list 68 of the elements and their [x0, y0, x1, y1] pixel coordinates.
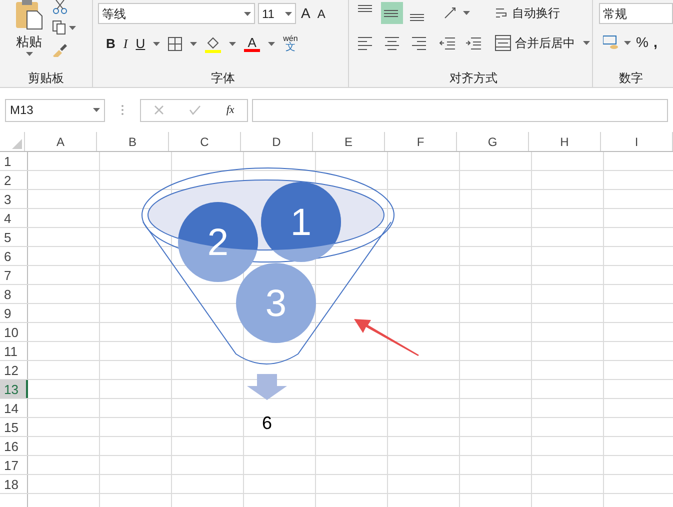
column-header[interactable]: C: [169, 132, 241, 151]
bold-button[interactable]: B: [106, 34, 116, 54]
caret-icon: [285, 12, 292, 16]
scissors-icon[interactable]: [52, 0, 68, 14]
column-header[interactable]: G: [457, 132, 529, 151]
caret-icon: [583, 41, 590, 45]
align-icon: [384, 10, 400, 16]
align-icon: [410, 14, 426, 21]
copy-icon[interactable]: [52, 20, 66, 35]
name-box[interactable]: M13: [5, 98, 105, 122]
column-header[interactable]: A: [25, 132, 97, 151]
column-header[interactable]: D: [241, 132, 313, 151]
caret-icon: [244, 12, 251, 16]
circle-label: 3: [265, 283, 287, 325]
borders-icon[interactable]: [168, 37, 182, 51]
group-label: 字体: [210, 70, 236, 87]
vertical-align-button[interactable]: [381, 2, 403, 24]
row-header[interactable]: 13: [0, 380, 28, 398]
check-icon[interactable]: [189, 105, 202, 115]
increase-indent-icon[interactable]: [465, 36, 481, 50]
align-icon: [358, 36, 374, 50]
comma-button[interactable]: ,: [653, 32, 658, 53]
result-label: 6: [262, 413, 272, 433]
align-icon: [358, 5, 374, 12]
decrease-indent-icon[interactable]: [439, 36, 455, 50]
format-painter-icon[interactable]: [52, 41, 68, 57]
column-header[interactable]: E: [313, 132, 385, 151]
insert-function-button[interactable]: fx: [226, 102, 234, 118]
group-label: 剪贴板: [27, 70, 65, 87]
shrink-font-button[interactable]: A: [315, 4, 328, 22]
caret-icon: [69, 26, 76, 30]
circle-label: 1: [290, 202, 312, 244]
caret-icon: [93, 108, 100, 112]
phonetic-button[interactable]: wén 文: [283, 35, 298, 53]
caret-icon: [26, 52, 32, 56]
underline-button[interactable]: U: [136, 34, 146, 54]
paste-button[interactable]: 粘贴: [12, 0, 46, 69]
caret-icon: [190, 42, 198, 46]
number-format-field[interactable]: 常规: [599, 3, 673, 24]
grow-font-button[interactable]: A: [299, 3, 312, 24]
down-arrow-icon: [247, 374, 287, 400]
wrap-text-button[interactable]: 自动换行: [512, 4, 560, 22]
align-icon: [384, 36, 400, 50]
dots-icon: [121, 104, 124, 116]
font-name-field[interactable]: 等线: [98, 3, 255, 24]
column-header[interactable]: I: [601, 132, 673, 151]
caret-icon: [229, 42, 236, 46]
caret-icon: [463, 11, 470, 15]
caret-icon: [624, 40, 631, 44]
group-label: 对齐方式: [448, 70, 498, 87]
column-header[interactable]: F: [385, 132, 457, 151]
formula-input[interactable]: [252, 98, 668, 122]
font-color-button[interactable]: A: [244, 36, 260, 52]
font-size-field[interactable]: 11: [258, 3, 296, 24]
percent-button[interactable]: %: [636, 32, 648, 53]
align-icon: [410, 36, 426, 50]
column-header[interactable]: H: [529, 132, 601, 151]
merge-cells-icon[interactable]: [495, 35, 511, 51]
group-label: 数字: [618, 70, 644, 87]
merge-center-button[interactable]: 合并后居中: [515, 34, 575, 52]
fill-color-icon[interactable]: [205, 36, 222, 52]
currency-icon[interactable]: [603, 34, 619, 50]
caret-icon: [153, 42, 160, 46]
column-header[interactable]: B: [97, 132, 169, 151]
caret-icon: [268, 42, 276, 46]
italic-button[interactable]: I: [123, 34, 128, 54]
circle-label: 2: [207, 222, 229, 264]
pointer-arrow-icon: [354, 319, 419, 356]
